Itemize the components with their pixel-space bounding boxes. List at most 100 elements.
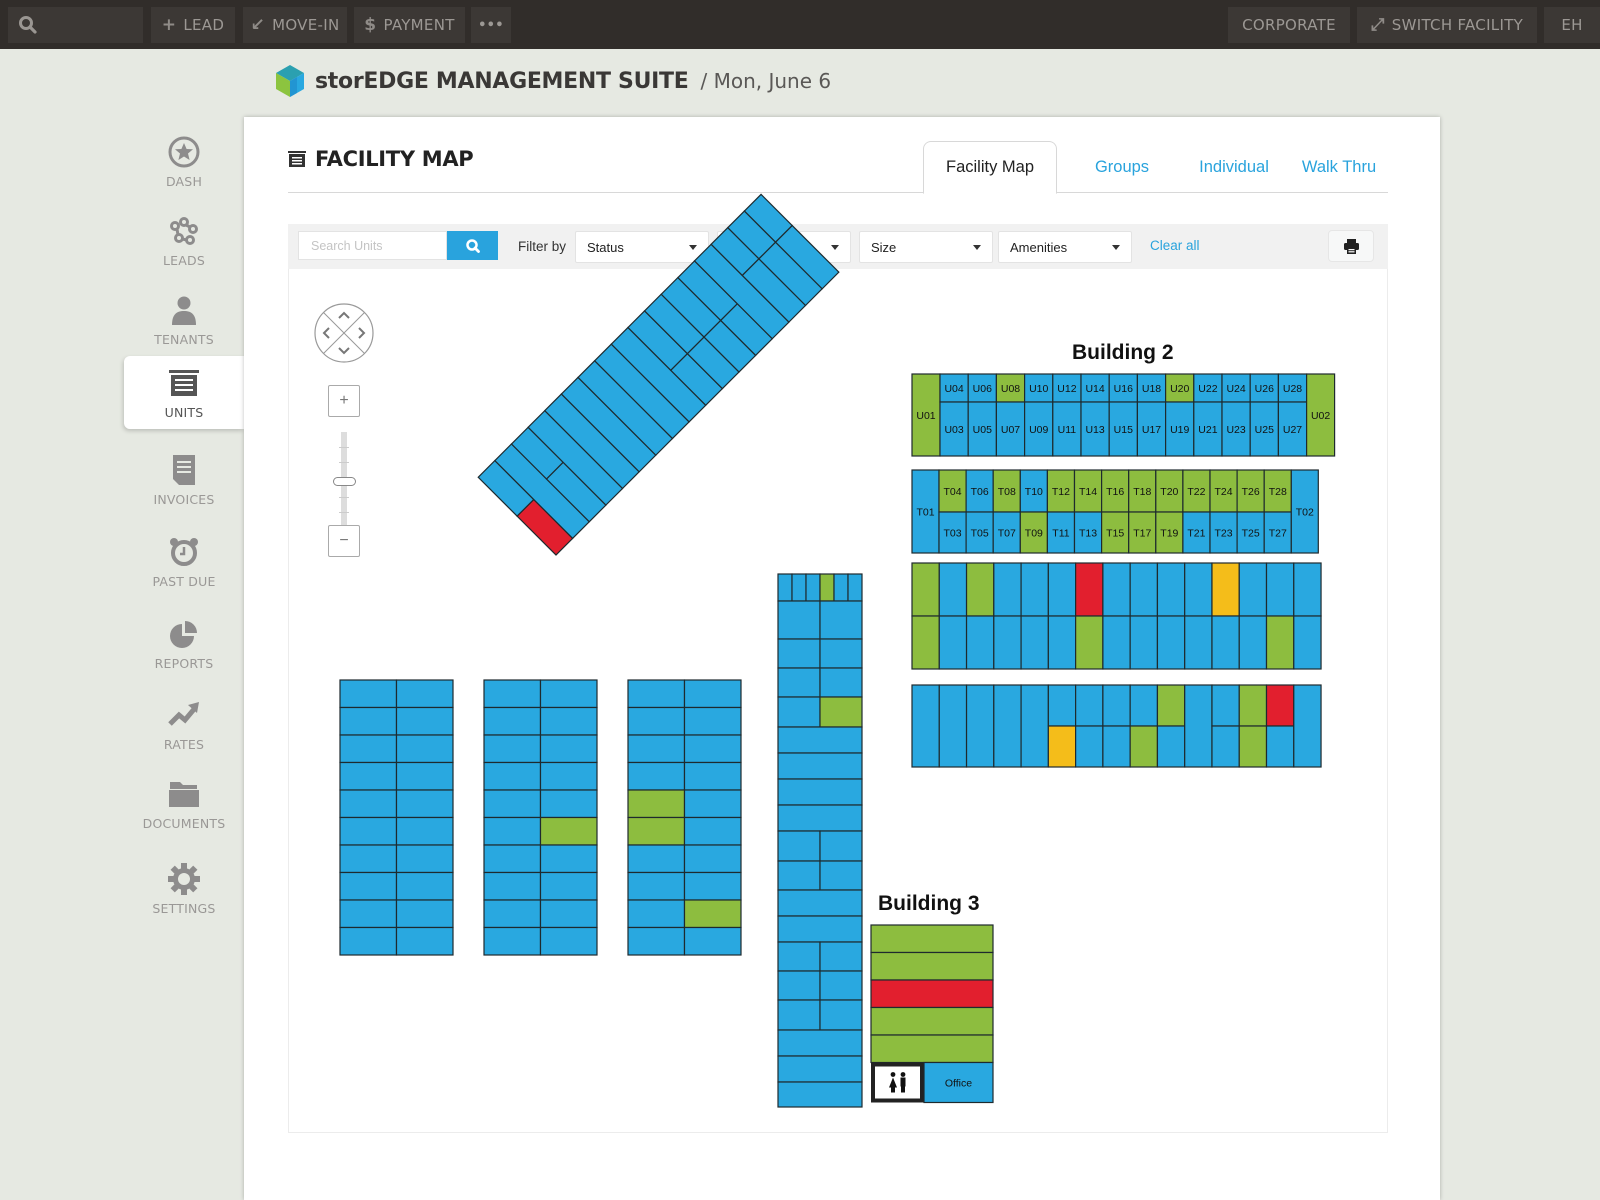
sidebar-item-units[interactable]: UNITS xyxy=(124,356,244,429)
storage-unit[interactable] xyxy=(539,734,598,764)
storage-unit[interactable] xyxy=(1238,684,1268,727)
storage-unit[interactable] xyxy=(539,899,598,929)
storage-unit[interactable] xyxy=(339,734,398,764)
storage-unit[interactable] xyxy=(683,816,742,846)
sidebar-item-past-due[interactable]: PAST DUE xyxy=(124,525,244,597)
storage-unit[interactable] xyxy=(847,573,863,602)
storage-unit[interactable] xyxy=(339,871,398,901)
zoom-out-button[interactable]: − xyxy=(328,525,360,557)
storage-unit[interactable] xyxy=(965,615,995,670)
storage-unit[interactable] xyxy=(1102,615,1131,670)
storage-unit[interactable] xyxy=(683,761,742,791)
storage-unit[interactable] xyxy=(833,573,849,602)
storage-unit[interactable] xyxy=(777,1081,863,1108)
storage-unit[interactable] xyxy=(483,761,542,791)
storage-unit[interactable] xyxy=(683,706,742,736)
storage-unit[interactable] xyxy=(395,899,454,929)
storage-unit[interactable] xyxy=(791,573,807,602)
sidebar-item-reports[interactable]: REPORTS xyxy=(124,607,244,679)
payment-button[interactable]: $ PAYMENT xyxy=(354,7,465,43)
storage-unit[interactable] xyxy=(483,871,542,901)
storage-unit[interactable] xyxy=(395,844,454,874)
search-units-input[interactable] xyxy=(298,231,447,260)
storage-unit[interactable] xyxy=(483,734,542,764)
storage-unit[interactable] xyxy=(683,844,742,874)
storage-unit[interactable] xyxy=(1156,562,1186,617)
storage-unit[interactable] xyxy=(777,638,821,669)
corporate-button[interactable]: CORPORATE xyxy=(1228,7,1350,43)
storage-unit[interactable] xyxy=(1293,684,1322,768)
storage-unit[interactable] xyxy=(777,600,821,640)
storage-unit[interactable] xyxy=(339,761,398,791)
storage-unit[interactable] xyxy=(819,696,863,728)
tab-individual[interactable]: Individual xyxy=(1174,141,1294,193)
storage-unit[interactable] xyxy=(683,899,742,929)
storage-unit[interactable] xyxy=(395,789,454,819)
storage-unit[interactable] xyxy=(1184,562,1213,617)
storage-unit[interactable] xyxy=(339,679,398,709)
size-select[interactable]: Size xyxy=(859,231,993,263)
storage-unit[interactable] xyxy=(1265,615,1295,670)
storage-unit[interactable] xyxy=(777,999,821,1031)
storage-unit[interactable] xyxy=(627,679,686,709)
storage-unit[interactable] xyxy=(1265,684,1295,727)
storage-unit[interactable] xyxy=(1129,562,1159,617)
sidebar-item-dash[interactable]: DASH xyxy=(124,125,244,197)
storage-unit[interactable] xyxy=(627,871,686,901)
tab-groups[interactable]: Groups xyxy=(1067,141,1177,193)
storage-unit[interactable] xyxy=(1047,684,1077,727)
storage-unit[interactable] xyxy=(483,816,542,846)
storage-unit[interactable] xyxy=(1238,615,1268,670)
print-button[interactable] xyxy=(1328,230,1374,262)
storage-unit[interactable] xyxy=(539,761,598,791)
zoom-slider-handle[interactable] xyxy=(333,477,356,486)
storage-unit[interactable] xyxy=(993,615,1022,670)
sidebar-item-tenants[interactable]: TENANTS xyxy=(124,283,244,355)
storage-unit[interactable] xyxy=(683,734,742,764)
storage-unit[interactable] xyxy=(683,871,742,901)
storage-unit[interactable] xyxy=(819,860,863,891)
storage-unit[interactable] xyxy=(483,789,542,819)
storage-unit[interactable] xyxy=(1156,615,1186,670)
storage-unit[interactable] xyxy=(819,667,863,698)
storage-unit[interactable] xyxy=(627,706,686,736)
storage-unit[interactable] xyxy=(539,926,598,956)
zoom-in-button[interactable]: + xyxy=(328,385,360,417)
storage-unit[interactable] xyxy=(911,684,940,768)
storage-unit[interactable] xyxy=(965,684,995,768)
storage-unit[interactable] xyxy=(1075,562,1104,617)
storage-unit[interactable] xyxy=(777,889,863,917)
storage-unit[interactable] xyxy=(911,562,940,617)
storage-unit[interactable] xyxy=(777,752,863,780)
storage-unit[interactable] xyxy=(1020,684,1049,768)
storage-unit[interactable] xyxy=(627,926,686,956)
storage-unit[interactable] xyxy=(1211,725,1240,768)
storage-unit[interactable] xyxy=(1129,725,1159,768)
storage-unit[interactable] xyxy=(395,761,454,791)
storage-unit[interactable] xyxy=(683,789,742,819)
storage-unit[interactable] xyxy=(777,778,863,806)
storage-unit[interactable] xyxy=(1211,615,1240,670)
storage-unit[interactable] xyxy=(395,816,454,846)
storage-unit[interactable] xyxy=(1265,725,1295,768)
storage-unit[interactable] xyxy=(1102,684,1131,727)
more-button[interactable]: ••• xyxy=(471,7,511,43)
storage-unit[interactable] xyxy=(1293,615,1322,670)
storage-unit[interactable] xyxy=(870,924,994,954)
storage-unit[interactable] xyxy=(539,789,598,819)
storage-unit[interactable] xyxy=(805,573,821,602)
storage-unit[interactable] xyxy=(627,789,686,819)
storage-unit[interactable] xyxy=(1047,562,1077,617)
storage-unit[interactable] xyxy=(777,941,821,972)
storage-unit[interactable] xyxy=(1293,562,1322,617)
storage-unit[interactable] xyxy=(1238,725,1268,768)
storage-unit[interactable] xyxy=(683,926,742,956)
storage-unit[interactable] xyxy=(777,1055,863,1083)
storage-unit[interactable] xyxy=(1075,684,1104,727)
storage-unit[interactable] xyxy=(539,679,598,709)
storage-unit[interactable] xyxy=(339,816,398,846)
storage-unit[interactable] xyxy=(539,844,598,874)
storage-unit[interactable] xyxy=(627,816,686,846)
storage-unit[interactable] xyxy=(819,573,835,602)
storage-unit[interactable] xyxy=(777,667,821,698)
